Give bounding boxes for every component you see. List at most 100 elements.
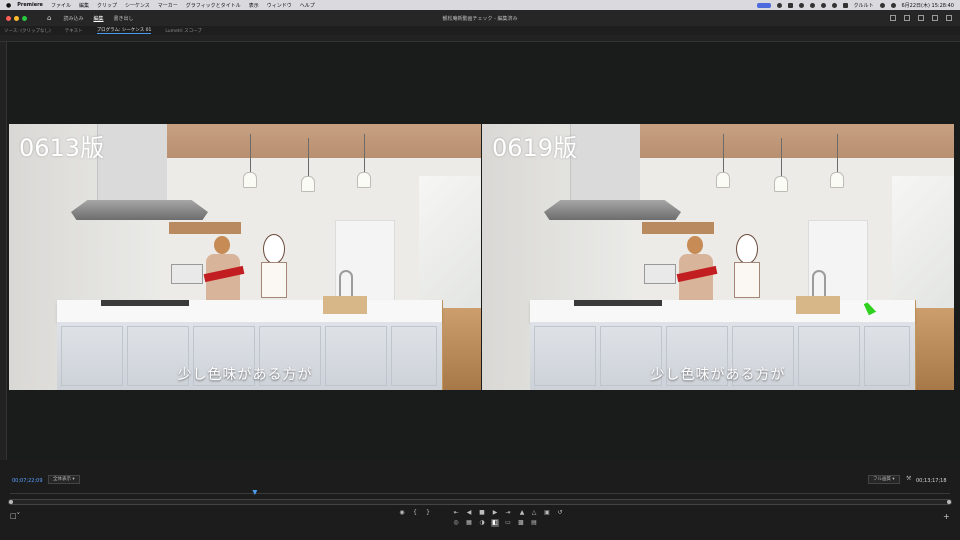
extract-icon[interactable]: △ <box>530 509 538 517</box>
pendant-lamp <box>299 138 317 192</box>
duration-timecode: 00;13;17;18 <box>916 478 947 484</box>
menu-sequence[interactable]: シーケンス <box>125 2 150 9</box>
pendant-lamp <box>241 134 259 188</box>
menu-help[interactable]: ヘルプ <box>300 2 315 9</box>
playback-resolution-select[interactable]: フル画質 ▾ <box>868 475 900 484</box>
person <box>676 236 718 300</box>
export-frame-icon[interactable]: ▣ <box>543 509 551 517</box>
marker-icon[interactable]: ◉ <box>398 509 406 517</box>
menu-markers[interactable]: マーカー <box>158 2 178 9</box>
zoom-window-button[interactable] <box>22 15 27 21</box>
character-illustration <box>732 234 762 298</box>
cooktop <box>574 300 662 306</box>
workspace-export[interactable]: 書き出し <box>113 15 133 22</box>
user-label[interactable]: クルルト <box>854 2 874 9</box>
person <box>203 236 245 300</box>
tab-text[interactable]: テキスト <box>65 28 83 34</box>
menu-app-name[interactable]: Premiere <box>17 2 43 8</box>
menu-edit[interactable]: 編集 <box>79 2 89 9</box>
notifications-icon[interactable] <box>932 15 938 21</box>
window-title-bar: ⌂ 読み込み 編集 書き出し 観松庵新動画チェック - 編集済み <box>0 10 960 26</box>
current-timecode[interactable]: 00;07;22;09 <box>12 478 43 484</box>
panel-tab-bar: ソース: (クリップなし) テキスト プログラム: シーケンス 01 Lumet… <box>0 26 960 35</box>
share-icon[interactable] <box>918 15 924 21</box>
comparison-active-icon[interactable]: ◧ <box>491 519 499 527</box>
out-point-icon[interactable]: } <box>424 509 432 517</box>
tab-program[interactable]: プログラム: シーケンス 01 <box>96 27 152 34</box>
step-forward-icon[interactable]: ▶ <box>491 509 499 517</box>
safe-margins-icon[interactable]: ▭ <box>504 519 512 527</box>
toggle-proxies-icon[interactable]: ▩ <box>517 519 525 527</box>
document-title: 観松庵新動画チェック - 編集済み <box>442 15 518 22</box>
zoom-handle-left[interactable] <box>9 500 13 504</box>
pendant-lamp <box>714 134 732 188</box>
range-hood <box>71 200 208 220</box>
go-to-out-icon[interactable]: ⇥ <box>504 509 512 517</box>
status-icon[interactable] <box>787 2 793 8</box>
version-label-right: 0619版 <box>492 134 578 162</box>
subtitle-left: 少し色味がある方が <box>177 367 313 383</box>
zoom-scroll-bar[interactable] <box>8 499 952 505</box>
fit-select-value: 全体表示 <box>53 477 71 482</box>
status-icon[interactable] <box>809 2 815 8</box>
add-button-icon[interactable]: + <box>943 512 950 521</box>
step-back-icon[interactable]: ◀ <box>465 509 473 517</box>
window-controls <box>6 15 27 21</box>
menu-view[interactable]: 表示 <box>249 2 259 9</box>
in-point-icon[interactable]: { <box>411 509 419 517</box>
menu-file[interactable]: ファイル <box>51 2 71 9</box>
video-frame-left[interactable]: 0613版 少し色味がある方が <box>9 124 481 390</box>
wooden-crate <box>323 296 367 314</box>
wrench-icon[interactable]: ⚒ <box>906 476 912 482</box>
pendant-lamp <box>828 134 846 188</box>
range-hood-duct <box>570 124 640 204</box>
tab-lumetri-scopes[interactable]: Lumetri スコープ <box>165 28 201 34</box>
input-method-icon[interactable] <box>756 2 771 8</box>
horizontal-ruler <box>0 35 960 42</box>
control-center-icon[interactable] <box>879 2 885 8</box>
lift-icon[interactable]: ▲ <box>518 509 526 517</box>
range-hood <box>544 200 681 220</box>
vertical-ruler <box>0 42 7 460</box>
character-illustration <box>259 234 289 298</box>
bluetooth-icon[interactable] <box>820 2 826 8</box>
menu-window[interactable]: ウィンドウ <box>267 2 292 9</box>
apple-icon[interactable]: ● <box>6 2 11 9</box>
fit-select[interactable]: 全体表示 ▾ <box>48 475 80 484</box>
shelf <box>169 222 241 234</box>
wifi-icon[interactable] <box>831 2 837 8</box>
menu-clip[interactable]: クリップ <box>97 2 117 9</box>
multicam-icon[interactable]: ▦ <box>465 519 473 527</box>
fullscreen-icon[interactable] <box>946 15 952 21</box>
menu-clock[interactable]: 6月22日(木) 15:28:40 <box>902 2 955 9</box>
oven <box>171 264 203 284</box>
vr-icon[interactable]: ◑ <box>478 519 486 527</box>
status-icon[interactable] <box>776 2 782 8</box>
minimize-window-button[interactable] <box>14 15 19 21</box>
quick-export-icon[interactable] <box>904 15 910 21</box>
video-frame-right[interactable]: 0619版 少し色味がある方が <box>482 124 954 390</box>
time-ruler-scrubber[interactable] <box>10 490 950 496</box>
tab-source[interactable]: ソース: (クリップなし) <box>4 28 51 34</box>
menu-graphics[interactable]: グラフィックとタイトル <box>186 2 241 9</box>
shot-icon[interactable]: ▤ <box>530 519 538 527</box>
workspaces-icon[interactable] <box>890 15 896 21</box>
workspace-edit[interactable]: 編集 <box>93 15 103 22</box>
monitor-settings-icon[interactable]: □˅ <box>10 512 20 520</box>
close-window-button[interactable] <box>6 15 11 21</box>
home-icon[interactable]: ⌂ <box>47 14 51 22</box>
window <box>892 176 954 316</box>
siri-icon[interactable] <box>890 2 896 8</box>
workspace-import[interactable]: 読み込み <box>63 15 83 22</box>
transport-controls: □˅ ◉ { } ⇤ ◀ ■ ▶ ⇥ ▲ △ ▣ ↺ ◎ ▦ ◑ ◧ ▭ ▩ ▤… <box>0 507 960 537</box>
undo-icon[interactable]: ↺ <box>556 509 564 517</box>
status-icon[interactable] <box>798 2 804 8</box>
stop-icon[interactable]: ■ <box>478 509 486 517</box>
wooden-crate <box>796 296 840 314</box>
go-to-in-icon[interactable]: ⇤ <box>452 509 460 517</box>
user-icon[interactable] <box>842 2 848 8</box>
oven <box>644 264 676 284</box>
subtitle-right: 少し色味がある方が <box>650 367 786 383</box>
zoom-handle-right[interactable] <box>947 500 951 504</box>
comparison-view-icon[interactable]: ◎ <box>452 519 460 527</box>
